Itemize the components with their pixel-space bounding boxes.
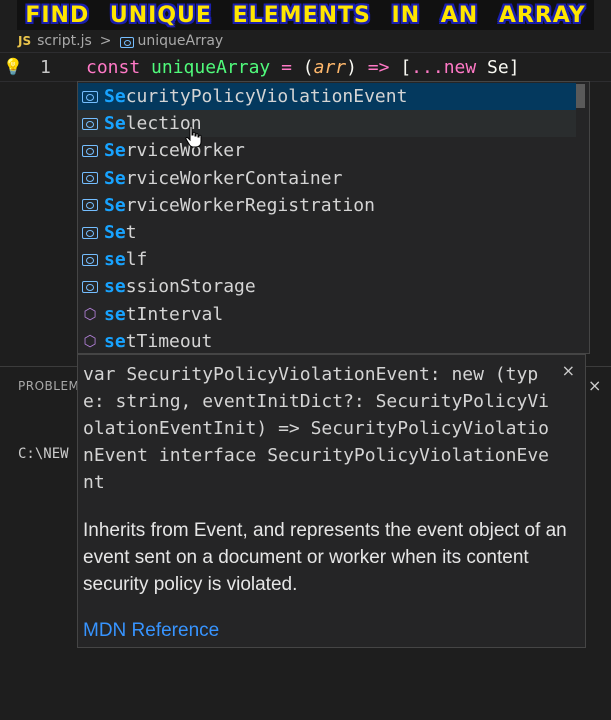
line-number: 1	[40, 57, 51, 78]
bracket-open: [	[400, 57, 412, 78]
suggestion-item[interactable]: se lf	[78, 246, 576, 273]
suggestion-details: × var SecurityPolicyViolationEvent: new …	[77, 354, 586, 648]
editor-line[interactable]: 💡 1 const uniqueArray = (arr) => [...new…	[0, 52, 611, 82]
suggestion-label: tTimeout	[125, 330, 213, 352]
suggestion-list[interactable]: Se curityPolicyViolationEvent Se lection Se r…	[77, 81, 590, 354]
suggestion-item[interactable]: ⬡ se tTimeout	[78, 328, 576, 355]
suggestion-match: se	[104, 330, 126, 352]
suggestion-match: Se	[104, 86, 126, 107]
scrollbar-thumb[interactable]	[575, 84, 585, 108]
chevron-right-icon: >	[99, 33, 112, 49]
suggestion-match: Se	[104, 140, 126, 162]
suggestion-item[interactable]: ⬡ se tInterval	[78, 301, 576, 328]
suggestion-match: Se	[104, 167, 126, 189]
suggestion-item[interactable]: Se t	[78, 219, 576, 246]
method-icon: ⬡	[83, 305, 97, 324]
suggestion-item[interactable]: se ssionStorage	[78, 273, 576, 300]
javascript-file-icon: JS	[18, 34, 32, 48]
banner-box: FIND UNIQUE ELEMENTS IN AN ARRAY	[17, 0, 594, 30]
bracket-close: ]	[508, 57, 520, 78]
variable-icon	[82, 280, 98, 293]
suggestion-match: se	[104, 276, 126, 298]
suggestion-match: Se	[104, 222, 126, 243]
variable-icon	[119, 36, 134, 48]
mdn-reference-link[interactable]: MDN Reference	[83, 620, 219, 642]
variable-icon	[82, 144, 98, 157]
suggestion-label: lf	[125, 249, 148, 271]
param-name: arr	[313, 57, 347, 78]
breadcrumb: JS script.js > uniqueArray	[0, 30, 611, 52]
typed-text: Se	[476, 57, 509, 78]
variable-icon	[82, 90, 98, 103]
suggestion-item[interactable]: Se rviceWorkerContainer	[78, 165, 576, 192]
suggestion-item[interactable]: Se lection	[78, 110, 576, 138]
suggestion-match: se	[104, 249, 126, 271]
suggestion-label: curityPolicyViolationEvent	[125, 86, 408, 107]
method-icon: ⬡	[83, 332, 97, 351]
doc-description: Inherits from Event, and represents the …	[83, 520, 567, 595]
breadcrumb-file[interactable]: script.js	[37, 33, 92, 49]
banner-title: FIND UNIQUE ELEMENTS IN AN ARRAY	[25, 2, 586, 28]
doc-signature: var SecurityPolicyViolationEvent: new (t…	[83, 364, 549, 493]
suggestion-label: rviceWorkerRegistration	[125, 194, 375, 216]
keyword-const: const	[86, 57, 141, 78]
suggestion-match: se	[104, 303, 126, 325]
variable-icon	[82, 172, 98, 185]
suggestion-match: Se	[104, 194, 126, 216]
close-icon[interactable]: ×	[588, 376, 601, 395]
paren-close: )	[346, 57, 357, 78]
breadcrumb-symbol[interactable]: uniqueArray	[138, 33, 224, 49]
variable-icon	[82, 226, 98, 239]
suggestion-item[interactable]: Se rviceWorker	[78, 137, 576, 164]
variable-icon	[82, 253, 98, 266]
suggestion-label: ssionStorage	[125, 276, 256, 298]
arrow-operator: =>	[356, 57, 401, 78]
suggestion-item[interactable]: Se rviceWorkerRegistration	[78, 192, 576, 219]
keyword-new: new	[443, 57, 477, 78]
variable-icon	[82, 117, 98, 130]
function-name: uniqueArray	[151, 57, 271, 78]
suggestion-item[interactable]: Se curityPolicyViolationEvent	[78, 83, 576, 110]
variable-icon	[82, 199, 98, 212]
close-icon[interactable]: ×	[562, 361, 575, 380]
hand-pointer-icon	[185, 125, 202, 148]
title-banner: FIND UNIQUE ELEMENTS IN AN ARRAY	[0, 0, 611, 30]
code-text[interactable]: const uniqueArray = (arr) => [...new Se]	[86, 57, 520, 78]
lightbulb-icon[interactable]: 💡	[3, 57, 23, 76]
assign-operator: =	[270, 57, 303, 78]
spread-operator: ...	[411, 57, 444, 78]
suggestion-match: Se	[104, 113, 126, 135]
suggestion-label: t	[125, 222, 137, 243]
suggestion-label: tInterval	[125, 303, 224, 325]
terminal-output: C:\NEW	[18, 446, 69, 462]
paren-open: (	[302, 57, 314, 78]
suggestion-label: rviceWorkerContainer	[125, 167, 343, 189]
